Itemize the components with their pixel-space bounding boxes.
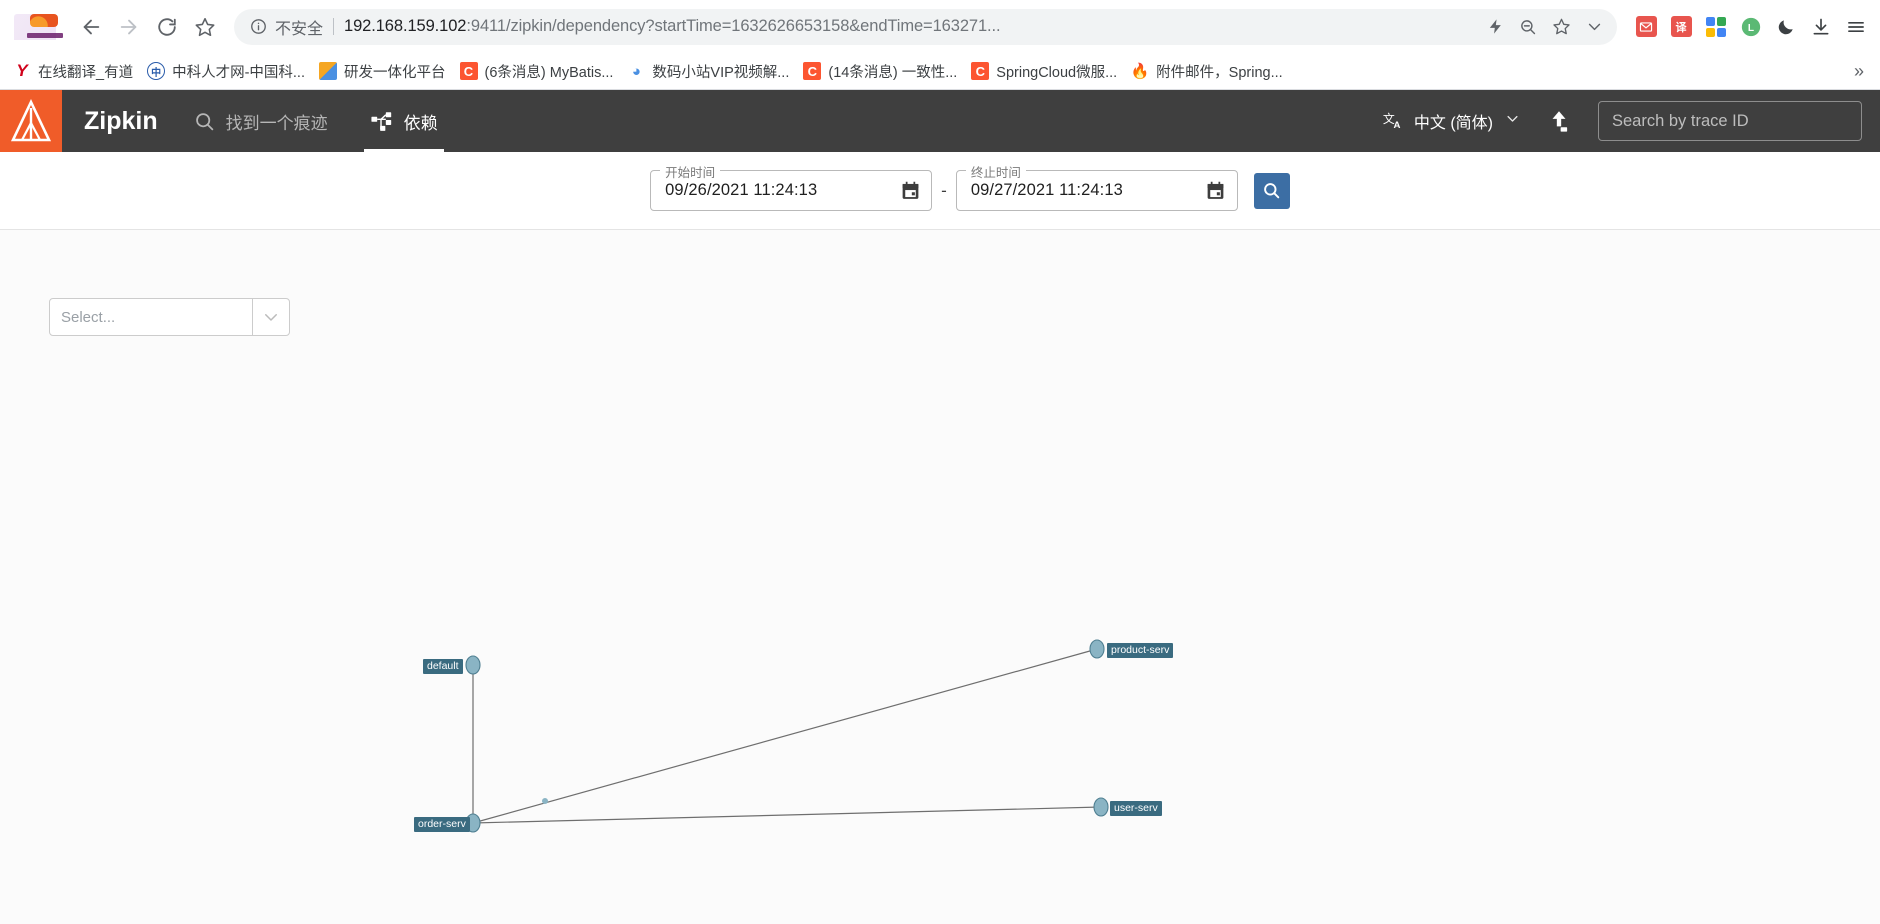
bookmark-label: 研发一体化平台 [344,64,446,81]
calendar-icon[interactable] [895,176,925,206]
bookmark-item[interactable]: C SpringCloud微服... [964,57,1124,85]
language-selector[interactable]: 文A 中文 (简体) [1382,109,1520,133]
url-text: 192.168.159.102:9411/zipkin/dependency?s… [344,17,1477,36]
graph-node[interactable] [1093,797,1109,817]
graph-edge[interactable] [472,806,1102,824]
graph-node[interactable] [465,655,481,675]
translate-icon: 文A [1382,110,1404,132]
bookmark-item[interactable]: 中 中科人才网-中国科... [140,57,312,85]
csdn-icon: C [459,62,478,80]
run-query-button[interactable] [1253,172,1290,209]
mail-extension-icon[interactable] [1632,13,1660,41]
csdn-icon: C [971,62,990,80]
bookmark-label: 附件邮件，Spring... [1156,64,1283,81]
bookmarks-bar: Y 在线翻译_有道 中 中科人才网-中国科... 研发一体化平台 C (6条消息… [0,53,1880,90]
browser-toolbar: 不安全 192.168.159.102:9411/zipkin/dependen… [0,0,1880,53]
security-warning-text: 不安全 [275,20,324,38]
url-path: :9411/zipkin/dependency?startTime=163262… [466,17,1001,35]
time-range-separator: - [941,180,947,200]
dependency-graph-svg[interactable] [0,230,1880,924]
bookmark-item[interactable]: Y 在线翻译_有道 [6,57,140,85]
active-tab-favicon[interactable] [4,0,66,40]
calendar-icon[interactable] [1201,176,1231,206]
bookmark-star-button[interactable] [186,8,224,46]
svg-text:A: A [1393,120,1400,131]
bookmarks-overflow-button[interactable]: » [1846,61,1872,82]
search-icon [194,111,215,132]
translate-extension-icon[interactable]: 译 [1667,13,1695,41]
bookmark-label: (6条消息) MyBatis... [484,64,614,81]
flash-lightning-icon[interactable] [1480,12,1510,42]
forward-button[interactable] [110,8,148,46]
bookmark-item[interactable]: C (14条消息) 一致性... [796,57,964,85]
bookmark-label: (14条消息) 一致性... [828,64,958,81]
lastpass-extension-icon[interactable]: L [1737,13,1765,41]
zoom-out-icon[interactable] [1513,12,1543,42]
apps-grid-icon[interactable] [1702,13,1730,41]
csdn-icon: C [803,62,822,80]
bookmark-item[interactable]: 研发一体化平台 [312,57,453,85]
reload-button[interactable] [148,8,186,46]
browser-chrome: 不安全 192.168.159.102:9411/zipkin/dependen… [0,0,1880,90]
graph-node[interactable] [1089,639,1105,659]
start-time-legend: 开始时间 [660,162,721,181]
end-time-legend: 终止时间 [965,162,1026,181]
svg-text:L: L [1748,23,1754,34]
dark-mode-moon-icon[interactable] [1772,13,1800,41]
favicon-flame-shape [30,14,58,27]
graph-node-label: user-serv [1110,801,1162,816]
zipkin-header-right: 文A 中文 (简体) [1382,101,1880,141]
query-time-bar: 开始时间 - 终止时间 [0,152,1880,230]
devops-platform-icon [319,62,337,80]
zipkin-logo-icon[interactable] [0,90,62,152]
graph-edges [472,648,1102,824]
chrome-menu-icon[interactable] [1842,13,1870,41]
downloads-icon[interactable] [1807,13,1835,41]
youdao-icon: Y [13,62,31,80]
graph-node-label: product-serv [1107,643,1174,658]
flame-icon: 🔥 [1131,62,1150,80]
nav-label: 依赖 [403,113,438,133]
upload-icon[interactable] [1546,108,1572,134]
casisd-icon: 中 [147,62,166,80]
bookmark-item[interactable]: C (6条消息) MyBatis... [453,57,621,85]
nav-find-a-trace[interactable]: 找到一个痕迹 [188,90,334,152]
tab-favicon-image [14,14,63,40]
query-controls: 开始时间 - 终止时间 [650,162,1290,211]
chevron-down-icon [1505,111,1520,131]
bookmark-label: 中科人才网-中国科... [172,64,305,81]
graph-edge-midpoint[interactable] [542,798,548,804]
nav-label: 找到一个痕迹 [225,113,328,133]
bookmark-label: 数码小站VIP视频解... [652,64,790,81]
bookmark-item[interactable]: ◕ 数码小站VIP视频解... [620,57,796,85]
start-time-field[interactable]: 开始时间 [650,162,933,211]
star-bookmark-icon[interactable] [1546,12,1576,42]
dependency-graph-panel: Select... default order-serv product-serv u… [0,230,1880,924]
chevron-down-icon[interactable] [1579,12,1609,42]
graph-edge[interactable] [472,648,1098,824]
start-time-input[interactable] [663,180,896,201]
bookmark-item[interactable]: 🔥 附件邮件，Spring... [1124,57,1290,85]
trace-id-search-input[interactable] [1598,101,1862,141]
end-time-input[interactable] [968,180,1201,201]
dependency-graph-icon [370,110,393,133]
page-title: Zipkin [84,106,158,135]
graph-node-label: order-serv [414,817,470,832]
video-site-icon: ◕ [627,62,646,80]
info-circle-icon[interactable] [248,17,268,37]
favicon-line [27,33,63,38]
url-host: 192.168.159.102 [344,17,467,35]
zipkin-app-header: Zipkin 找到一个痕迹 依赖 文A 中文 (简体) [0,90,1880,152]
bookmark-label: 在线翻译_有道 [38,64,134,81]
nav-dependencies[interactable]: 依赖 [363,90,444,152]
language-label: 中文 (简体) [1413,115,1493,132]
back-button[interactable] [72,8,110,46]
omnibox-divider [333,18,335,35]
graph-node-label: default [423,659,463,674]
end-time-field[interactable]: 终止时间 [955,162,1238,211]
omnibox[interactable]: 不安全 192.168.159.102:9411/zipkin/dependen… [234,8,1617,45]
bookmark-label: SpringCloud微服... [996,64,1118,81]
